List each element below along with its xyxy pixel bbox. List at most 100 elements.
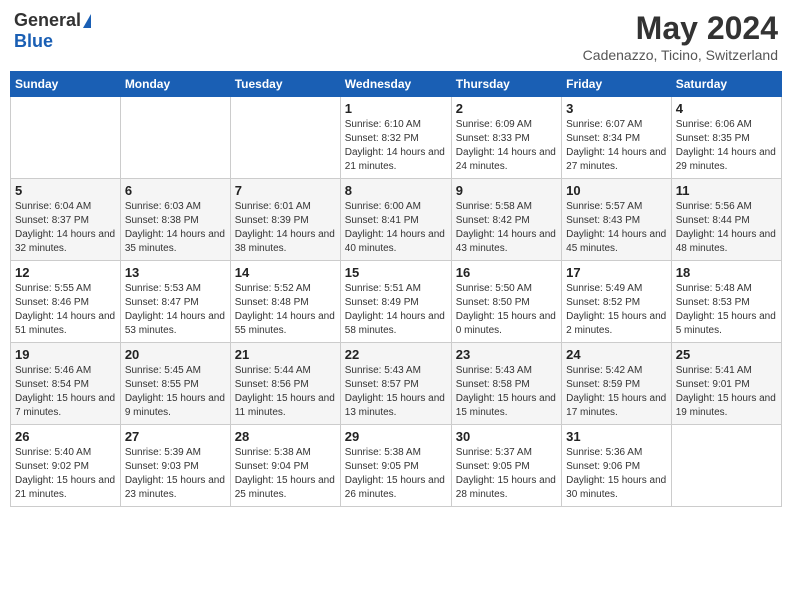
page-header: General Blue May 2024 Cadenazzo, Ticino,… [10,10,782,63]
day-info: Sunrise: 5:55 AM Sunset: 8:46 PM Dayligh… [15,282,116,338]
day-info: Sunrise: 6:07 AM Sunset: 8:34 PM Dayligh… [566,118,667,174]
day-number: 26 [15,429,116,444]
calendar-cell: 10Sunrise: 5:57 AM Sunset: 8:43 PM Dayli… [562,179,672,261]
calendar-cell: 4 Sunrise: 6:06 AM Sunset: 8:35 PM Daylig… [671,97,781,179]
calendar-week-row: 19 Sunrise: 5:46 AM Sunset: 8:54 PM Dayli… [11,343,782,425]
calendar-cell: 25Sunrise: 5:41 AM Sunset: 9:01 PM Dayli… [671,343,781,425]
day-number: 11 [676,183,777,198]
day-number: 1 [345,101,447,116]
day-number: 27 [125,429,226,444]
logo-blue-text: Blue [14,31,53,52]
day-info: Sunrise: 6:04 AM Sunset: 8:37 PM Dayligh… [15,200,116,256]
day-info: Sunrise: 5:43 AM Sunset: 8:57 PM Dayligh… [345,364,447,420]
calendar-cell: 11 Sunrise: 5:56 AM Sunset: 8:44 PM Dayli… [671,179,781,261]
calendar-week-row: 1 Sunrise: 6:10 AM Sunset: 8:32 PM Daylig… [11,97,782,179]
calendar-cell: 20 Sunrise: 5:45 AM Sunset: 8:55 PM Dayli… [120,343,230,425]
day-info: Sunrise: 6:10 AM Sunset: 8:32 PM Dayligh… [345,118,447,174]
calendar-cell: 18 Sunrise: 5:48 AM Sunset: 8:53 PM Dayli… [671,261,781,343]
day-info: Sunrise: 5:52 AM Sunset: 8:48 PM Dayligh… [235,282,336,338]
day-number: 20 [125,347,226,362]
logo-triangle-icon [83,14,91,28]
day-info: Sunrise: 5:36 AM Sunset: 9:06 PM Dayligh… [566,446,667,502]
day-info: Sunrise: 6:06 AM Sunset: 8:35 PM Dayligh… [676,118,777,174]
calendar-cell: 1 Sunrise: 6:10 AM Sunset: 8:32 PM Daylig… [340,97,451,179]
calendar-cell: 21 Sunrise: 5:44 AM Sunset: 8:56 PM Dayli… [230,343,340,425]
day-info: Sunrise: 5:38 AM Sunset: 9:05 PM Dayligh… [345,446,447,502]
day-info: Sunrise: 5:56 AM Sunset: 8:44 PM Dayligh… [676,200,777,256]
calendar-cell: 29 Sunrise: 5:38 AM Sunset: 9:05 PM Dayli… [340,425,451,507]
day-info: Sunrise: 5:38 AM Sunset: 9:04 PM Dayligh… [235,446,336,502]
day-info: Sunrise: 5:44 AM Sunset: 8:56 PM Dayligh… [235,364,336,420]
day-info: Sunrise: 5:57 AM Sunset: 8:43 PM Dayligh… [566,200,667,256]
calendar-cell: 17 Sunrise: 5:49 AM Sunset: 8:52 PM Dayli… [562,261,672,343]
calendar-cell: 3 Sunrise: 6:07 AM Sunset: 8:34 PM Daylig… [562,97,672,179]
day-number: 23 [456,347,557,362]
day-number: 24 [566,347,667,362]
header-saturday: Saturday [671,72,781,97]
day-info: Sunrise: 6:09 AM Sunset: 8:33 PM Dayligh… [456,118,557,174]
calendar-cell [11,97,121,179]
calendar-cell: 8Sunrise: 6:00 AM Sunset: 8:41 PM Daylig… [340,179,451,261]
day-info: Sunrise: 5:49 AM Sunset: 8:52 PM Dayligh… [566,282,667,338]
day-info: Sunrise: 5:46 AM Sunset: 8:54 PM Dayligh… [15,364,116,420]
calendar-cell: 27 Sunrise: 5:39 AM Sunset: 9:03 PM Dayli… [120,425,230,507]
calendar-cell: 6Sunrise: 6:03 AM Sunset: 8:38 PM Daylig… [120,179,230,261]
month-title: May 2024 [583,10,778,47]
calendar-cell: 2 Sunrise: 6:09 AM Sunset: 8:33 PM Daylig… [451,97,561,179]
day-number: 7 [235,183,336,198]
day-info: Sunrise: 5:37 AM Sunset: 9:05 PM Dayligh… [456,446,557,502]
day-number: 31 [566,429,667,444]
day-info: Sunrise: 5:45 AM Sunset: 8:55 PM Dayligh… [125,364,226,420]
day-info: Sunrise: 5:41 AM Sunset: 9:01 PM Dayligh… [676,364,777,420]
header-friday: Friday [562,72,672,97]
calendar-cell: 16 Sunrise: 5:50 AM Sunset: 8:50 PM Dayli… [451,261,561,343]
calendar-cell [120,97,230,179]
calendar-table: SundayMondayTuesdayWednesdayThursdayFrid… [10,71,782,507]
calendar-cell: 19 Sunrise: 5:46 AM Sunset: 8:54 PM Dayli… [11,343,121,425]
day-number: 18 [676,265,777,280]
calendar-cell: 13Sunrise: 5:53 AM Sunset: 8:47 PM Dayli… [120,261,230,343]
day-number: 3 [566,101,667,116]
day-number: 28 [235,429,336,444]
day-number: 29 [345,429,447,444]
day-info: Sunrise: 5:39 AM Sunset: 9:03 PM Dayligh… [125,446,226,502]
day-number: 12 [15,265,116,280]
calendar-cell [230,97,340,179]
day-info: Sunrise: 5:42 AM Sunset: 8:59 PM Dayligh… [566,364,667,420]
day-number: 19 [15,347,116,362]
calendar-cell: 23 Sunrise: 5:43 AM Sunset: 8:58 PM Dayli… [451,343,561,425]
day-info: Sunrise: 5:48 AM Sunset: 8:53 PM Dayligh… [676,282,777,338]
header-wednesday: Wednesday [340,72,451,97]
title-area: May 2024 Cadenazzo, Ticino, Switzerland [583,10,778,63]
calendar-header-row: SundayMondayTuesdayWednesdayThursdayFrid… [11,72,782,97]
day-number: 15 [345,265,447,280]
calendar-cell: 24 Sunrise: 5:42 AM Sunset: 8:59 PM Dayli… [562,343,672,425]
day-info: Sunrise: 5:50 AM Sunset: 8:50 PM Dayligh… [456,282,557,338]
day-info: Sunrise: 6:00 AM Sunset: 8:41 PM Dayligh… [345,200,447,256]
day-info: Sunrise: 5:53 AM Sunset: 8:47 PM Dayligh… [125,282,226,338]
day-number: 2 [456,101,557,116]
day-number: 4 [676,101,777,116]
calendar-week-row: 5Sunrise: 6:04 AM Sunset: 8:37 PM Daylig… [11,179,782,261]
day-number: 17 [566,265,667,280]
logo: General Blue [14,10,91,52]
day-number: 21 [235,347,336,362]
calendar-week-row: 12 Sunrise: 5:55 AM Sunset: 8:46 PM Dayli… [11,261,782,343]
calendar-week-row: 26Sunrise: 5:40 AM Sunset: 9:02 PM Dayli… [11,425,782,507]
header-monday: Monday [120,72,230,97]
location-text: Cadenazzo, Ticino, Switzerland [583,47,778,63]
calendar-cell: 26Sunrise: 5:40 AM Sunset: 9:02 PM Dayli… [11,425,121,507]
header-tuesday: Tuesday [230,72,340,97]
calendar-cell: 12 Sunrise: 5:55 AM Sunset: 8:46 PM Dayli… [11,261,121,343]
calendar-cell: 15Sunrise: 5:51 AM Sunset: 8:49 PM Dayli… [340,261,451,343]
day-number: 9 [456,183,557,198]
day-number: 14 [235,265,336,280]
day-info: Sunrise: 5:43 AM Sunset: 8:58 PM Dayligh… [456,364,557,420]
day-info: Sunrise: 5:58 AM Sunset: 8:42 PM Dayligh… [456,200,557,256]
day-info: Sunrise: 6:01 AM Sunset: 8:39 PM Dayligh… [235,200,336,256]
day-number: 16 [456,265,557,280]
calendar-cell: 7 Sunrise: 6:01 AM Sunset: 8:39 PM Daylig… [230,179,340,261]
calendar-cell: 5Sunrise: 6:04 AM Sunset: 8:37 PM Daylig… [11,179,121,261]
header-sunday: Sunday [11,72,121,97]
logo-general-text: General [14,10,81,31]
